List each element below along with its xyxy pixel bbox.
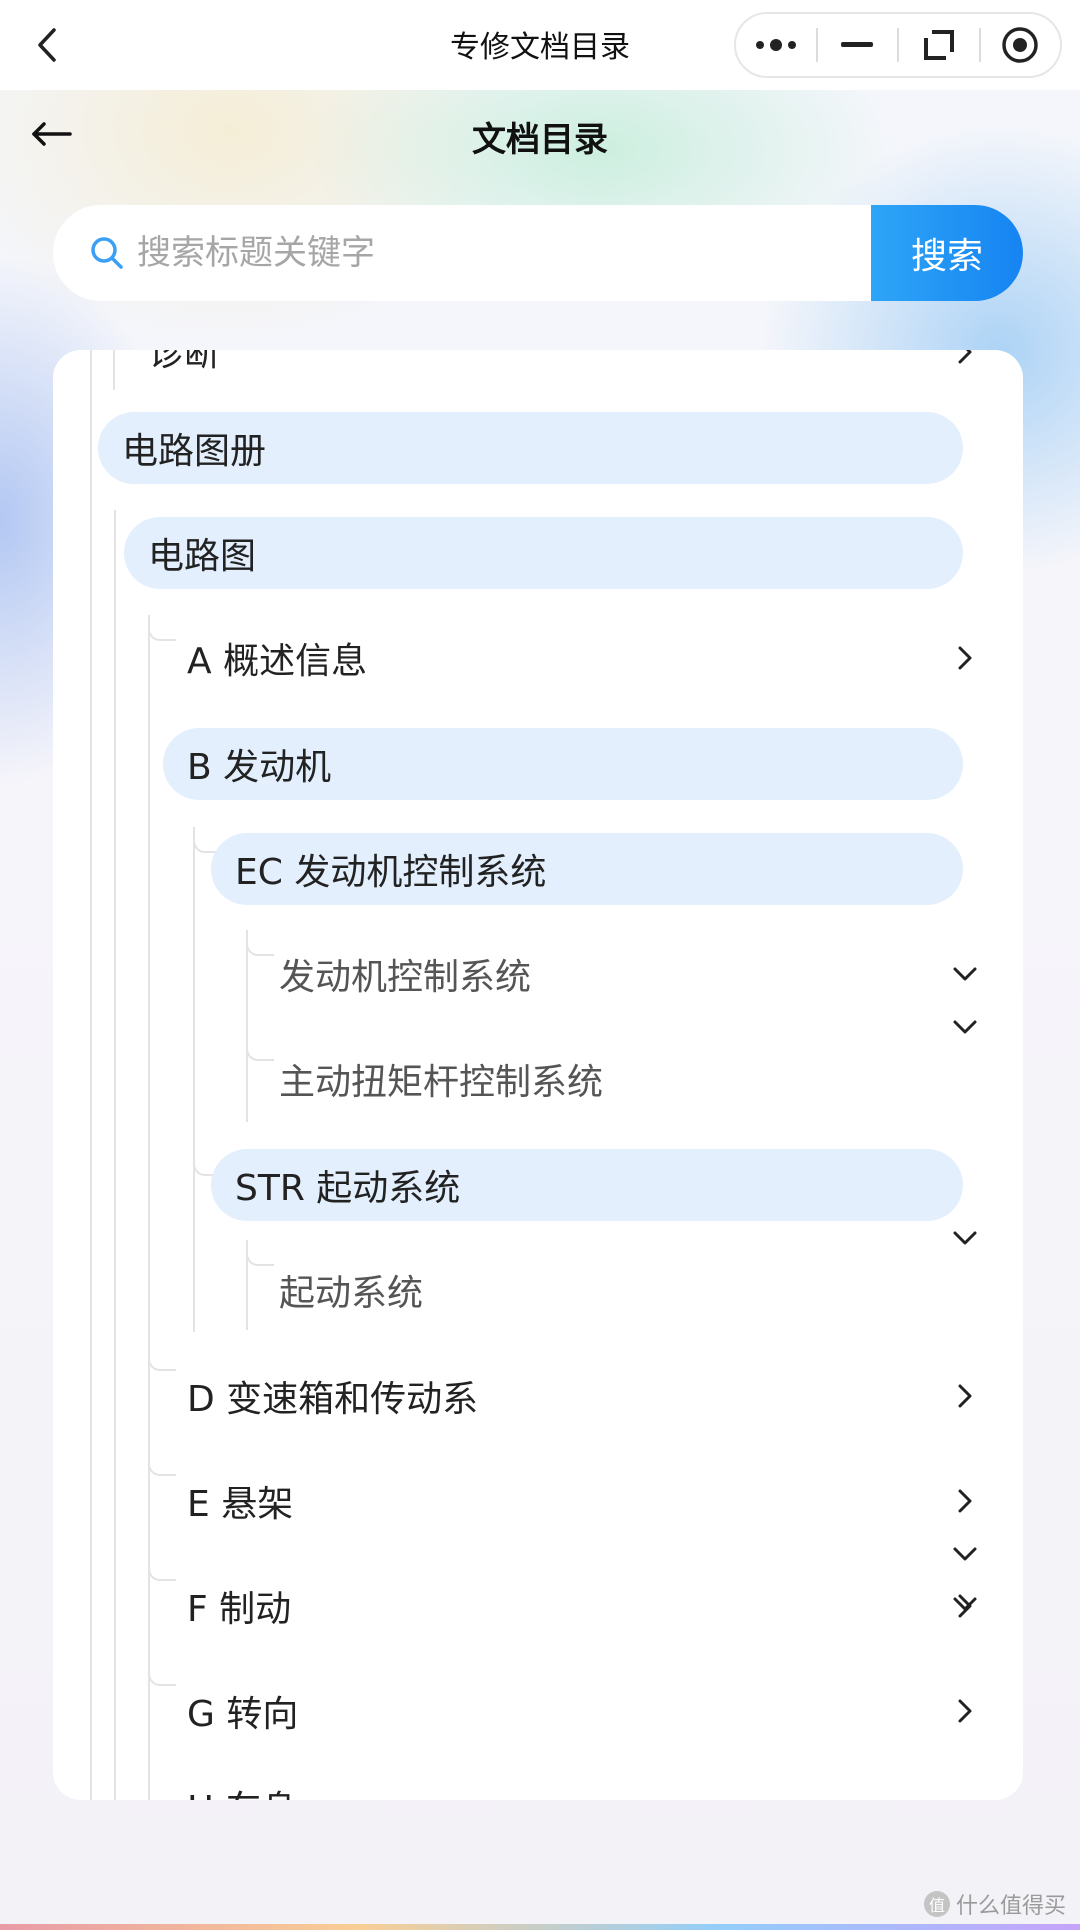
watermark: 值 什么值得买 [923,1888,1066,1920]
tree-item-partial[interactable]: H 车身 [187,1780,298,1800]
chevron-right-icon[interactable] [951,1382,979,1410]
search-bar: 搜索 [53,205,1023,301]
tree-item-general-info[interactable]: A 概述信息 [163,622,963,694]
capsule-menu [734,12,1062,78]
watermark-text: 什么值得买 [955,1894,1066,1919]
document-tree: 诊断 电路图册 电路图 A 概述信息 B 发动机 EC 发动机控制系统 发动机控… [53,350,1023,1800]
tree-item-circuit-diagram-book[interactable]: 电路图册 [98,412,963,484]
chevron-down-icon[interactable] [951,960,979,988]
tree-item-brakes[interactable]: F 制动 [163,1570,963,1642]
more-icon[interactable] [736,14,816,76]
search-input[interactable] [137,205,917,301]
tree-item-starting-system[interactable]: 起动系统 [255,1254,963,1326]
tree-item-engine[interactable]: B 发动机 [163,728,963,800]
chevron-right-icon[interactable] [951,1487,979,1515]
restore-window-icon[interactable] [899,14,979,76]
tree-item-transmission[interactable]: D 变速箱和传动系 [163,1360,963,1432]
watermark-logo-icon: 值 [923,1891,950,1917]
tree-item-active-torque-rod[interactable]: 主动扭矩杆控制系统 [255,1043,963,1115]
tree-item-circuit-diagram[interactable]: 电路图 [124,517,963,589]
chevron-down-icon[interactable] [951,1224,979,1252]
page-title: 文档目录 [472,120,608,160]
tree-guide-line [114,510,116,1800]
tree-guide-line [193,827,195,1332]
mini-program-bar: 专修文档目录 [0,0,1080,90]
close-target-icon[interactable] [981,14,1061,76]
tree-item-suspension[interactable]: E 悬架 [163,1465,963,1537]
bottom-edge [0,1924,1080,1930]
chevron-down-icon[interactable] [951,1540,979,1568]
tree-guide-line [113,350,115,390]
tree-guide-line [148,615,150,1800]
chevron-right-icon[interactable] [951,350,979,366]
minimize-icon[interactable] [818,14,898,76]
tree-item-engine-control-system[interactable]: 发动机控制系统 [255,938,963,1010]
tree-guide-line [246,930,248,1122]
search-icon [91,237,123,269]
chevron-down-icon[interactable] [951,1013,979,1041]
chevron-right-icon[interactable] [951,1697,979,1725]
tree-item-steering[interactable]: G 转向 [163,1675,963,1747]
tree-item-partial[interactable]: 诊断 [148,350,220,376]
chevron-down-icon [953,1597,977,1611]
chevron-right-icon[interactable] [951,644,979,672]
search-button[interactable]: 搜索 [871,205,1023,301]
tree-guide-line [90,350,92,1800]
tree-item-engine-control[interactable]: EC 发动机控制系统 [211,833,963,905]
tree-item-starting-system-group[interactable]: STR 起动系统 [211,1149,963,1221]
